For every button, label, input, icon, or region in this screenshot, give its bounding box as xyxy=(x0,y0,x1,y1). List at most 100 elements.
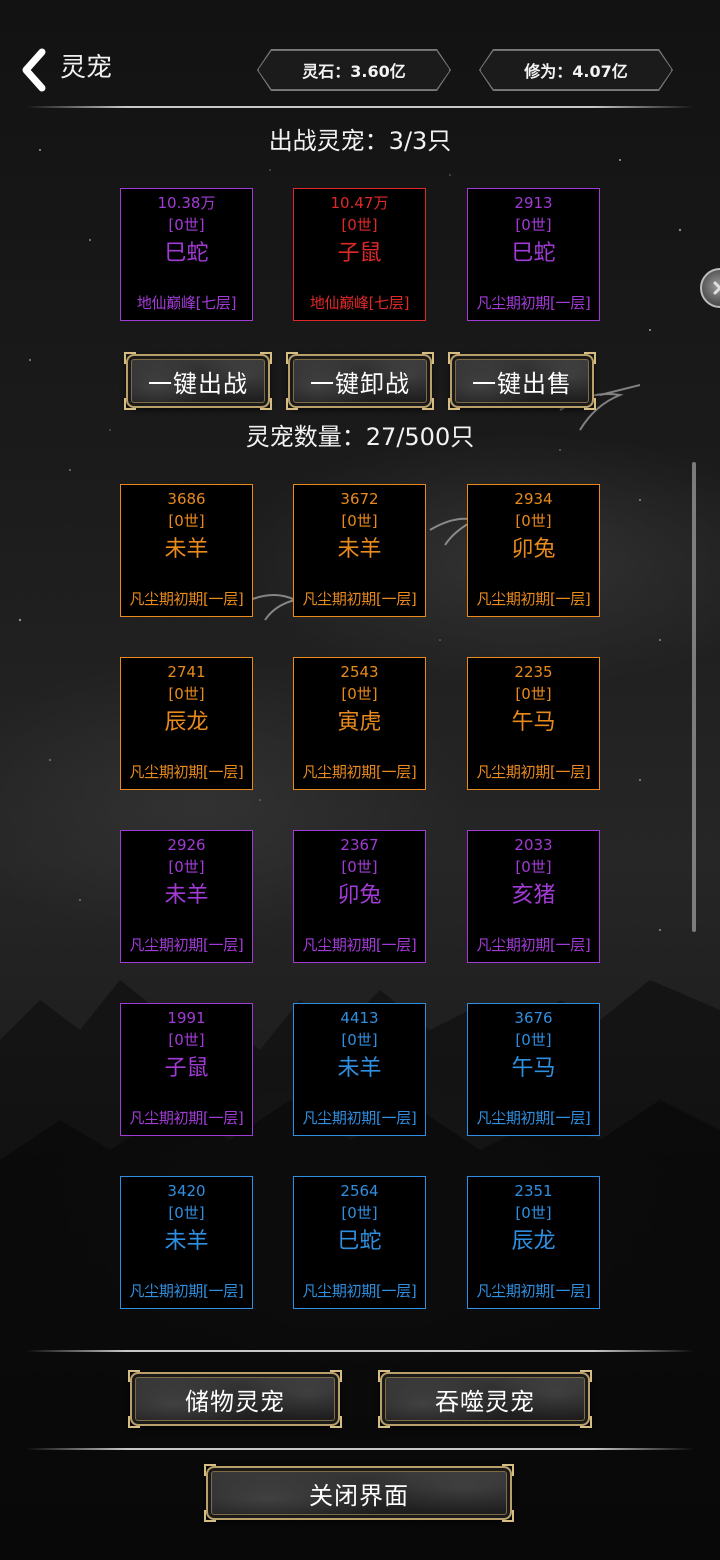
pet-generation: [0世] xyxy=(168,216,205,234)
pet-name: 寅虎 xyxy=(337,710,382,735)
pet-generation: [0世] xyxy=(341,512,378,530)
pet-generation: [0世] xyxy=(168,685,205,703)
pet-name: 卯兔 xyxy=(337,883,382,908)
pet-generation: [0世] xyxy=(341,216,378,234)
pet-power: 2033 xyxy=(514,836,553,854)
pet-generation: [0世] xyxy=(515,1031,552,1049)
sell-all-label: 一键出售 xyxy=(472,369,572,398)
deploy-all-button[interactable]: 一键出战 xyxy=(124,352,272,410)
pet-power: 2741 xyxy=(167,663,206,681)
pet-name: 未羊 xyxy=(164,883,209,908)
close-circle-icon xyxy=(713,281,720,295)
pet-card[interactable]: 2033 [0世] 亥猪 凡尘期初期[一层] xyxy=(467,830,600,963)
pet-power: 10.38万 xyxy=(157,194,216,212)
pet-name: 巳蛇 xyxy=(164,241,209,266)
pet-power: 3676 xyxy=(514,1009,553,1027)
deploy-all-label: 一键出战 xyxy=(148,369,248,398)
collection-scrollbar[interactable] xyxy=(692,462,696,932)
pet-power: 3420 xyxy=(167,1182,206,1200)
pet-card[interactable]: 2564 [0世] 巳蛇凡尘期初期[一层] xyxy=(293,1176,426,1309)
pet-power: 2926 xyxy=(167,836,206,854)
pet-generation: [0世] xyxy=(168,512,205,530)
pet-generation: [0世] xyxy=(168,1031,205,1049)
pet-realm: 凡尘期初期[一层] xyxy=(129,1282,244,1300)
pet-power: 3686 xyxy=(167,490,206,508)
pet-realm: 凡尘期初期[一层] xyxy=(302,1282,417,1300)
pet-realm: 凡尘期初期[一层] xyxy=(129,763,244,781)
pet-name: 未羊 xyxy=(337,537,382,562)
pet-name: 卯兔 xyxy=(511,537,556,562)
pet-generation: [0世] xyxy=(515,512,552,530)
pet-generation: [0世] xyxy=(515,1204,552,1222)
pet-card[interactable]: 10.47万 [0世] 子鼠地仙巅峰[七层] xyxy=(293,188,426,321)
pet-name: 未羊 xyxy=(164,537,209,562)
pet-power: 2543 xyxy=(340,663,379,681)
pet-storage-button[interactable]: 储物灵宠 xyxy=(128,1370,342,1428)
pet-card[interactable]: 2543 [0世] 寅虎 凡尘期初期[一层] xyxy=(293,657,426,790)
pet-realm: 凡尘期初期[一层] xyxy=(129,1109,244,1127)
pet-card[interactable]: 4413 [0世] 未羊 凡尘期初期[一层] xyxy=(293,1003,426,1136)
header-divider xyxy=(26,106,694,108)
pet-realm: 凡尘期初期[一层] xyxy=(129,936,244,954)
pet-card[interactable]: 2934 [0世] 卯兔凡尘期初期[一层] xyxy=(467,484,600,617)
page-title: 灵宠 xyxy=(60,53,113,83)
pet-power: 3672 xyxy=(340,490,379,508)
close-panel-button[interactable]: 关闭界面 xyxy=(204,1464,514,1522)
pet-generation: [0世] xyxy=(168,858,205,876)
devour-pet-button[interactable]: 吞噬灵宠 xyxy=(378,1370,592,1428)
recall-all-button[interactable]: 一键卸战 xyxy=(286,352,434,410)
pet-name: 辰龙 xyxy=(511,1229,556,1254)
pet-realm: 凡尘期初期[一层] xyxy=(476,936,591,954)
pet-generation: [0世] xyxy=(341,1204,378,1222)
pet-power: 2913 xyxy=(514,194,553,212)
pet-card[interactable]: 10.38万 [0世] 巳蛇地仙巅峰[七层] xyxy=(120,188,253,321)
pet-generation: [0世] xyxy=(168,1204,205,1222)
pet-power: 10.47万 xyxy=(330,194,389,212)
pet-power: 4413 xyxy=(340,1009,379,1027)
pet-card[interactable]: 3676 [0世] 午马凡尘期初期[一层] xyxy=(467,1003,600,1136)
pet-power: 2564 xyxy=(340,1182,379,1200)
pet-card[interactable]: 2351 [0世] 辰龙 凡尘期初期[一层] xyxy=(467,1176,600,1309)
pet-realm: 凡尘期初期[一层] xyxy=(302,590,417,608)
pet-name: 未羊 xyxy=(337,1056,382,1081)
pet-count-title: 灵宠数量：27/500只 xyxy=(245,423,475,451)
pet-realm: 地仙巅峰[七层] xyxy=(136,294,237,312)
pet-realm: 凡尘期初期[一层] xyxy=(476,1109,591,1127)
pet-generation: [0世] xyxy=(515,216,552,234)
pet-card[interactable]: 2235 [0世] 午马 凡尘期初期[一层] xyxy=(467,657,600,790)
sell-all-button[interactable]: 一键出售 xyxy=(448,352,596,410)
pet-card[interactable]: 1991 [0世] 子鼠 凡尘期初期[一层] xyxy=(120,1003,253,1136)
pet-storage-label: 储物灵宠 xyxy=(185,1387,285,1416)
close-panel-label: 关闭界面 xyxy=(309,1481,409,1510)
pet-power: 2235 xyxy=(514,663,553,681)
pet-power: 2934 xyxy=(514,490,553,508)
pet-name: 亥猪 xyxy=(511,883,556,908)
pet-realm: 凡尘期初期[一层] xyxy=(302,936,417,954)
pet-card[interactable]: 2367 [0世] 卯兔 凡尘期初期[一层] xyxy=(293,830,426,963)
pet-realm: 凡尘期初期[一层] xyxy=(476,763,591,781)
pet-card[interactable]: 3420 [0世] 未羊凡尘期初期[一层] xyxy=(120,1176,253,1309)
pet-card[interactable]: 2926 [0世] 未羊凡尘期初期[一层] xyxy=(120,830,253,963)
pet-name: 午马 xyxy=(511,710,556,735)
pet-generation: [0世] xyxy=(341,685,378,703)
pet-realm: 凡尘期初期[一层] xyxy=(476,590,591,608)
pet-card[interactable]: 3672 [0世] 未羊凡尘期初期[一层] xyxy=(293,484,426,617)
pet-power: 1991 xyxy=(167,1009,206,1027)
recall-all-label: 一键卸战 xyxy=(310,369,410,398)
cultivation-display: 修为：4.07亿 xyxy=(480,50,672,90)
pet-name: 午马 xyxy=(511,1056,556,1081)
pet-name: 巳蛇 xyxy=(337,1229,382,1254)
pet-name: 子鼠 xyxy=(337,241,382,266)
pet-generation: [0世] xyxy=(341,1031,378,1049)
pet-realm: 地仙巅峰[七层] xyxy=(309,294,410,312)
pet-name: 未羊 xyxy=(164,1229,209,1254)
footer-divider-bottom xyxy=(26,1448,694,1450)
spirit-stone-display: 灵石：3.60亿 xyxy=(258,50,450,90)
back-button[interactable] xyxy=(16,48,52,92)
pet-card[interactable]: 2741 [0世] 辰龙 凡尘期初期[一层] xyxy=(120,657,253,790)
pet-name: 巳蛇 xyxy=(511,241,556,266)
pet-card[interactable]: 3686 [0世] 未羊 凡尘期初期[一层] xyxy=(120,484,253,617)
pet-card[interactable]: 2913 [0世] 巳蛇 凡尘期初期[一层] xyxy=(467,188,600,321)
floating-edge-button[interactable] xyxy=(700,268,720,308)
deployed-pets-title: 出战灵宠：3/3只 xyxy=(268,127,452,155)
